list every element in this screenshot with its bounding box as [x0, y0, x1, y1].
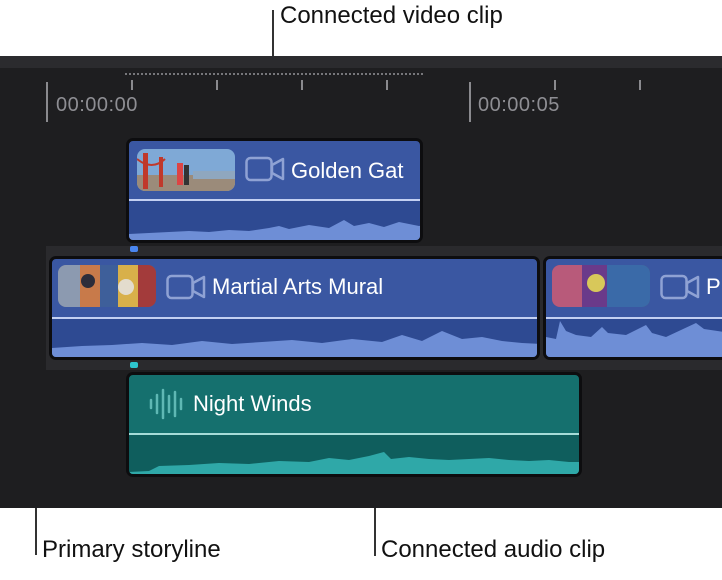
clip-audio-lane [52, 319, 537, 357]
audio-waveform [546, 321, 722, 357]
audio-waveform-icon [149, 388, 183, 420]
clip-thumbnail [58, 265, 156, 307]
video-camera-icon [245, 156, 285, 182]
clip-thumbnail [137, 149, 235, 191]
ruler-tick [639, 80, 641, 90]
video-camera-icon [660, 274, 700, 300]
ruler-timecode-5s: 00:00:05 [478, 94, 560, 116]
clip-header: Golden Gat [129, 141, 420, 199]
clip-audio-lane [129, 201, 420, 240]
clip-thumbnail [552, 265, 650, 307]
ruler-tick-major [469, 82, 471, 122]
audio-waveform [129, 452, 579, 474]
clip-audio-lane [129, 435, 579, 474]
clip-title: Golden Gat [291, 158, 404, 183]
clip-header: Martial Arts Mural [52, 259, 537, 317]
ruler-tick [386, 80, 388, 90]
connection-marker-audio [130, 362, 138, 368]
clip-night-winds[interactable]: Night Winds [126, 372, 582, 477]
clip-title: Martial Arts Mural [212, 274, 384, 299]
ruler-tick-major [46, 82, 48, 122]
callout-connected-audio-clip: Connected audio clip [381, 536, 606, 563]
ruler-tick [554, 80, 556, 90]
audio-waveform [52, 331, 537, 357]
ruler-timecode-start: 00:00:00 [56, 94, 138, 116]
audio-waveform [129, 220, 420, 240]
callout-connected-video-clip: Connected video clip [280, 2, 503, 29]
ruler-range-selection [125, 73, 423, 75]
timeline[interactable]: 00:00:00 00:00:05 Golden Gat Martial Art… [0, 56, 722, 508]
clip-header: Night Winds [129, 375, 579, 433]
connection-marker-video [130, 246, 138, 252]
callout-primary-storyline: Primary storyline [42, 536, 221, 563]
clip-header: P [546, 259, 722, 317]
ruler-tick [131, 80, 133, 90]
clip-golden-gate[interactable]: Golden Gat [126, 138, 423, 243]
video-camera-icon [166, 274, 206, 300]
ruler-tick [216, 80, 218, 90]
clip-next-partial[interactable]: P [543, 256, 722, 360]
timeline-top-bar [0, 56, 722, 68]
clip-audio-lane [546, 319, 722, 357]
clip-martial-arts-mural[interactable]: Martial Arts Mural [49, 256, 540, 360]
ruler-tick [301, 80, 303, 90]
clip-title: Night Winds [193, 391, 312, 416]
clip-title: P [706, 274, 721, 299]
